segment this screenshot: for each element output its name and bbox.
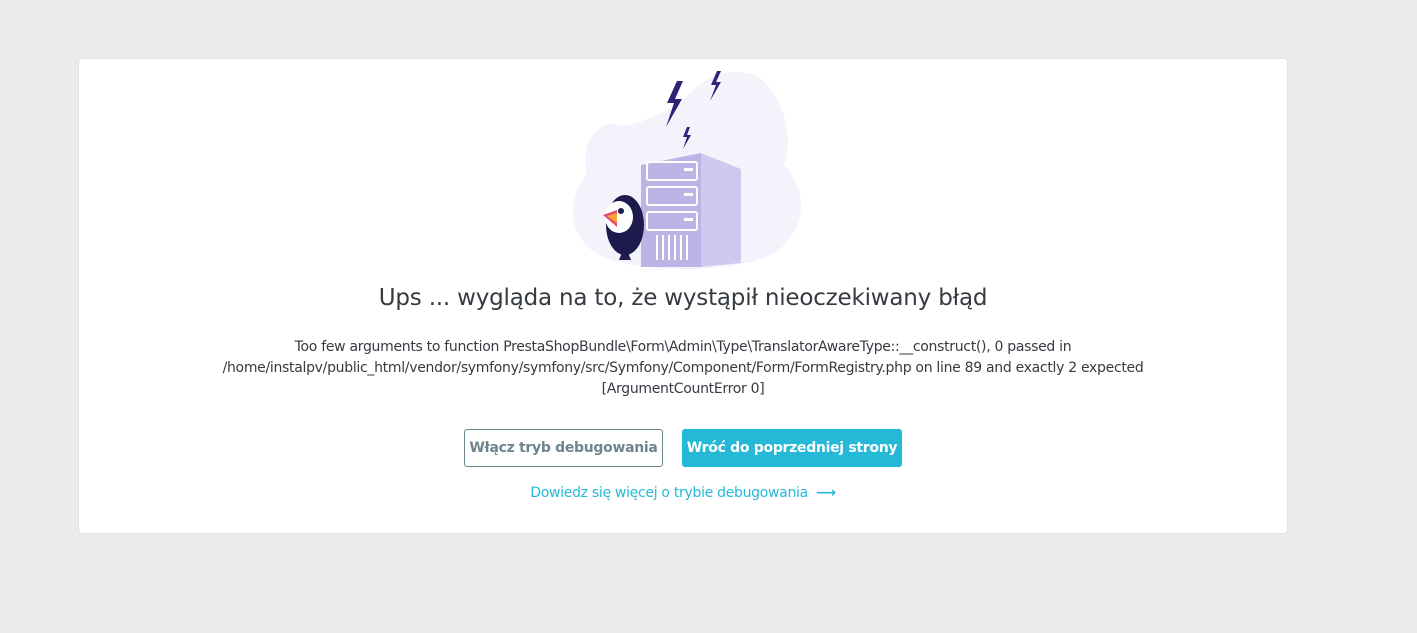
- error-message-line: [ArgumentCountError 0]: [601, 381, 765, 397]
- error-card: Ups ... wygląda na to, że wystąpił nieoc…: [79, 59, 1287, 533]
- error-message: Too few arguments to function PrestaShop…: [209, 337, 1157, 400]
- server-icon: [641, 153, 741, 267]
- learn-more-debug-label[interactable]: Dowiedz się więcej o trybie debugowania: [530, 485, 808, 501]
- error-message-line: /home/instalpv/public_html/vendor/symfon…: [222, 360, 1144, 376]
- error-illustration: [559, 65, 809, 275]
- error-title: Ups ... wygląda na to, że wystąpił nieoc…: [378, 285, 988, 311]
- server-error-illustration: [573, 71, 801, 269]
- error-message-line: Too few arguments to function PrestaShop…: [294, 339, 1072, 355]
- enable-debug-button[interactable]: Włącz tryb debugowania: [464, 429, 663, 467]
- arrow-right-icon: ⟶: [815, 485, 836, 501]
- learn-more-debug-link[interactable]: Dowiedz się więcej o trybie debugowania ⟶: [79, 485, 1287, 501]
- go-back-button[interactable]: Wróć do poprzedniej strony: [682, 429, 902, 467]
